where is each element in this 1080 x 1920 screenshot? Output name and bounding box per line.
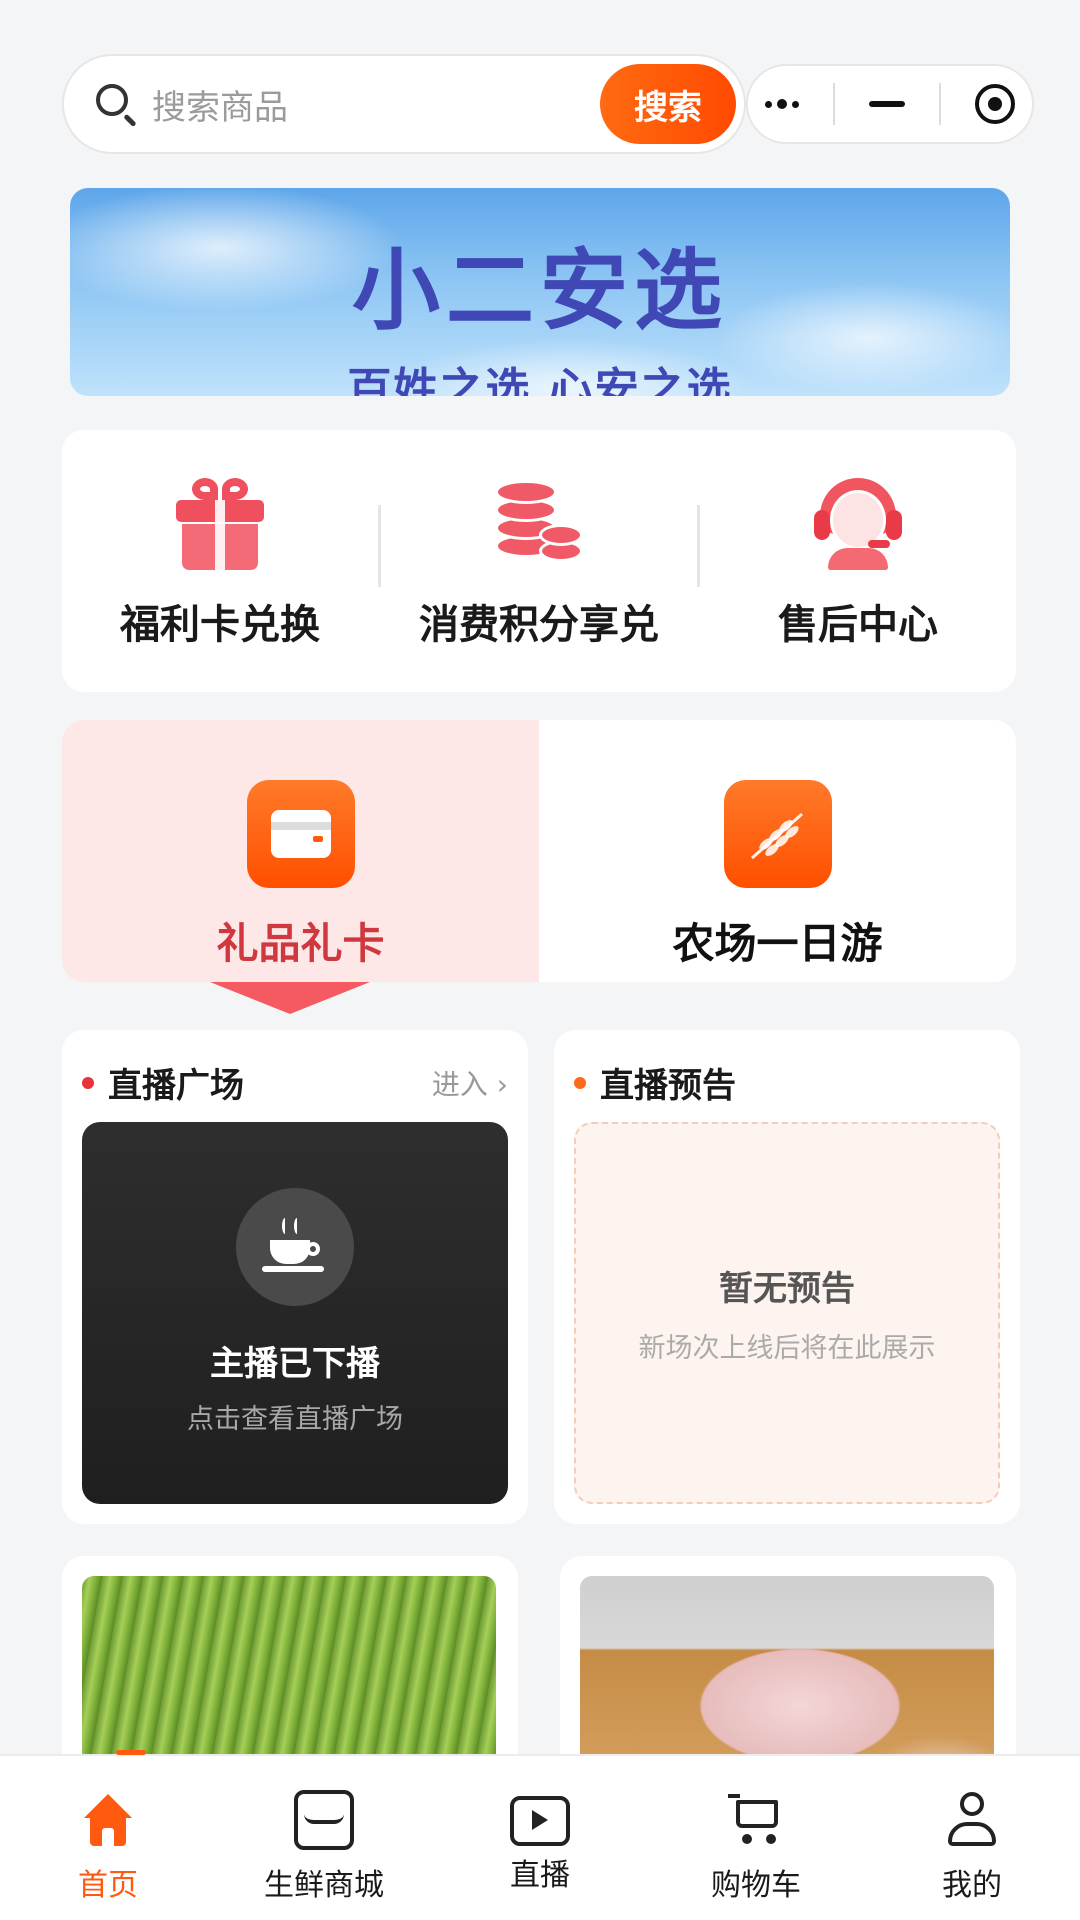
tab-live[interactable]: 直播 xyxy=(432,1756,648,1920)
capsule-divider xyxy=(939,83,941,125)
banner-subtitle: 百姓之选 心安之选 xyxy=(347,364,733,396)
cart-icon xyxy=(726,1790,786,1850)
category-tab-label: 农场一日游 xyxy=(672,919,883,968)
coffee-cup-icon xyxy=(236,1188,354,1306)
tab-gift-cards[interactable]: 礼品礼卡 xyxy=(62,720,539,982)
home-icon xyxy=(78,1790,138,1850)
tab-fresh-mall[interactable]: 生鲜商城 xyxy=(216,1756,432,1920)
user-icon xyxy=(942,1790,1002,1850)
quick-action-label: 售后中心 xyxy=(778,602,938,648)
tab-mine[interactable]: 我的 xyxy=(864,1756,1080,1920)
gift-card-icon xyxy=(246,780,355,888)
category-tab-label: 礼品礼卡 xyxy=(216,919,385,968)
gift-icon xyxy=(170,472,270,572)
coins-icon xyxy=(489,472,589,572)
store-icon xyxy=(294,1790,354,1850)
live-preview-card: 直播预告 暂无预告 新场次上线后将在此展示 xyxy=(554,1030,1020,1524)
minimize-icon[interactable] xyxy=(869,101,905,107)
tab-cart[interactable]: 购物车 xyxy=(648,1756,864,1920)
preview-empty-text: 暂无预告 xyxy=(719,1269,855,1309)
tab-label: 生鲜商城 xyxy=(264,1868,384,1903)
tab-label: 购物车 xyxy=(711,1868,801,1903)
tab-home[interactable]: 首页 xyxy=(0,1756,216,1920)
section-dot xyxy=(82,1076,94,1089)
promo-banner[interactable]: 小二安选 百姓之选 心安之选 xyxy=(70,188,1010,396)
live-status: 主播已下播 xyxy=(210,1344,380,1384)
tab-label: 首页 xyxy=(78,1868,138,1903)
banner-title: 小二安选 xyxy=(351,239,728,342)
section-dot xyxy=(574,1076,586,1089)
bottom-tabbar: 首页 生鲜商城 直播 购物车 我的 xyxy=(0,1754,1080,1920)
quick-action-label: 福利卡兑换 xyxy=(120,602,320,648)
live-square-title: 直播广场 xyxy=(108,1066,244,1106)
miniprogram-capsule xyxy=(746,64,1034,144)
quick-action-points[interactable]: 消费积分享兑 xyxy=(381,472,697,650)
live-hint: 点击查看直播广场 xyxy=(187,1404,403,1435)
more-icon[interactable] xyxy=(765,99,799,109)
tv-play-icon xyxy=(510,1796,570,1846)
preview-empty-box: 暂无预告 新场次上线后将在此展示 xyxy=(574,1122,1000,1504)
search-icon xyxy=(94,82,138,128)
live-offline-panel[interactable]: 主播已下播 点击查看直播广场 xyxy=(82,1122,508,1504)
live-square-enter-link[interactable]: 进入 › xyxy=(432,1063,508,1103)
customer-service-icon xyxy=(808,472,908,572)
tab-label: 直播 xyxy=(510,1858,570,1893)
search-bar[interactable]: 搜索商品 搜索 xyxy=(62,54,746,154)
close-miniprogram-icon[interactable] xyxy=(975,84,1015,124)
tab-label: 我的 xyxy=(942,1868,1002,1903)
capsule-divider xyxy=(833,83,835,125)
active-tab-pointer xyxy=(210,982,370,1014)
quick-action-welfare-card[interactable]: 福利卡兑换 xyxy=(62,472,378,650)
search-input[interactable]: 搜索商品 xyxy=(152,80,600,129)
live-preview-title: 直播预告 xyxy=(600,1066,736,1106)
quick-actions: 福利卡兑换 消费积分享兑 售后中心 xyxy=(62,430,1016,692)
live-square-card[interactable]: 直播广场 进入 › 主播已下播 点击查看直播广场 xyxy=(62,1030,528,1524)
quick-action-label: 消费积分享兑 xyxy=(419,602,659,648)
search-button[interactable]: 搜索 xyxy=(600,64,736,144)
preview-hint: 新场次上线后将在此展示 xyxy=(638,1333,936,1364)
active-tab-indicator xyxy=(116,1750,146,1755)
quick-action-after-sales[interactable]: 售后中心 xyxy=(700,472,1016,650)
wheat-icon xyxy=(723,780,832,888)
tab-farm-day-trip[interactable]: 农场一日游 xyxy=(539,720,1016,982)
category-tabs: 礼品礼卡 农场一日游 xyxy=(62,720,1016,982)
